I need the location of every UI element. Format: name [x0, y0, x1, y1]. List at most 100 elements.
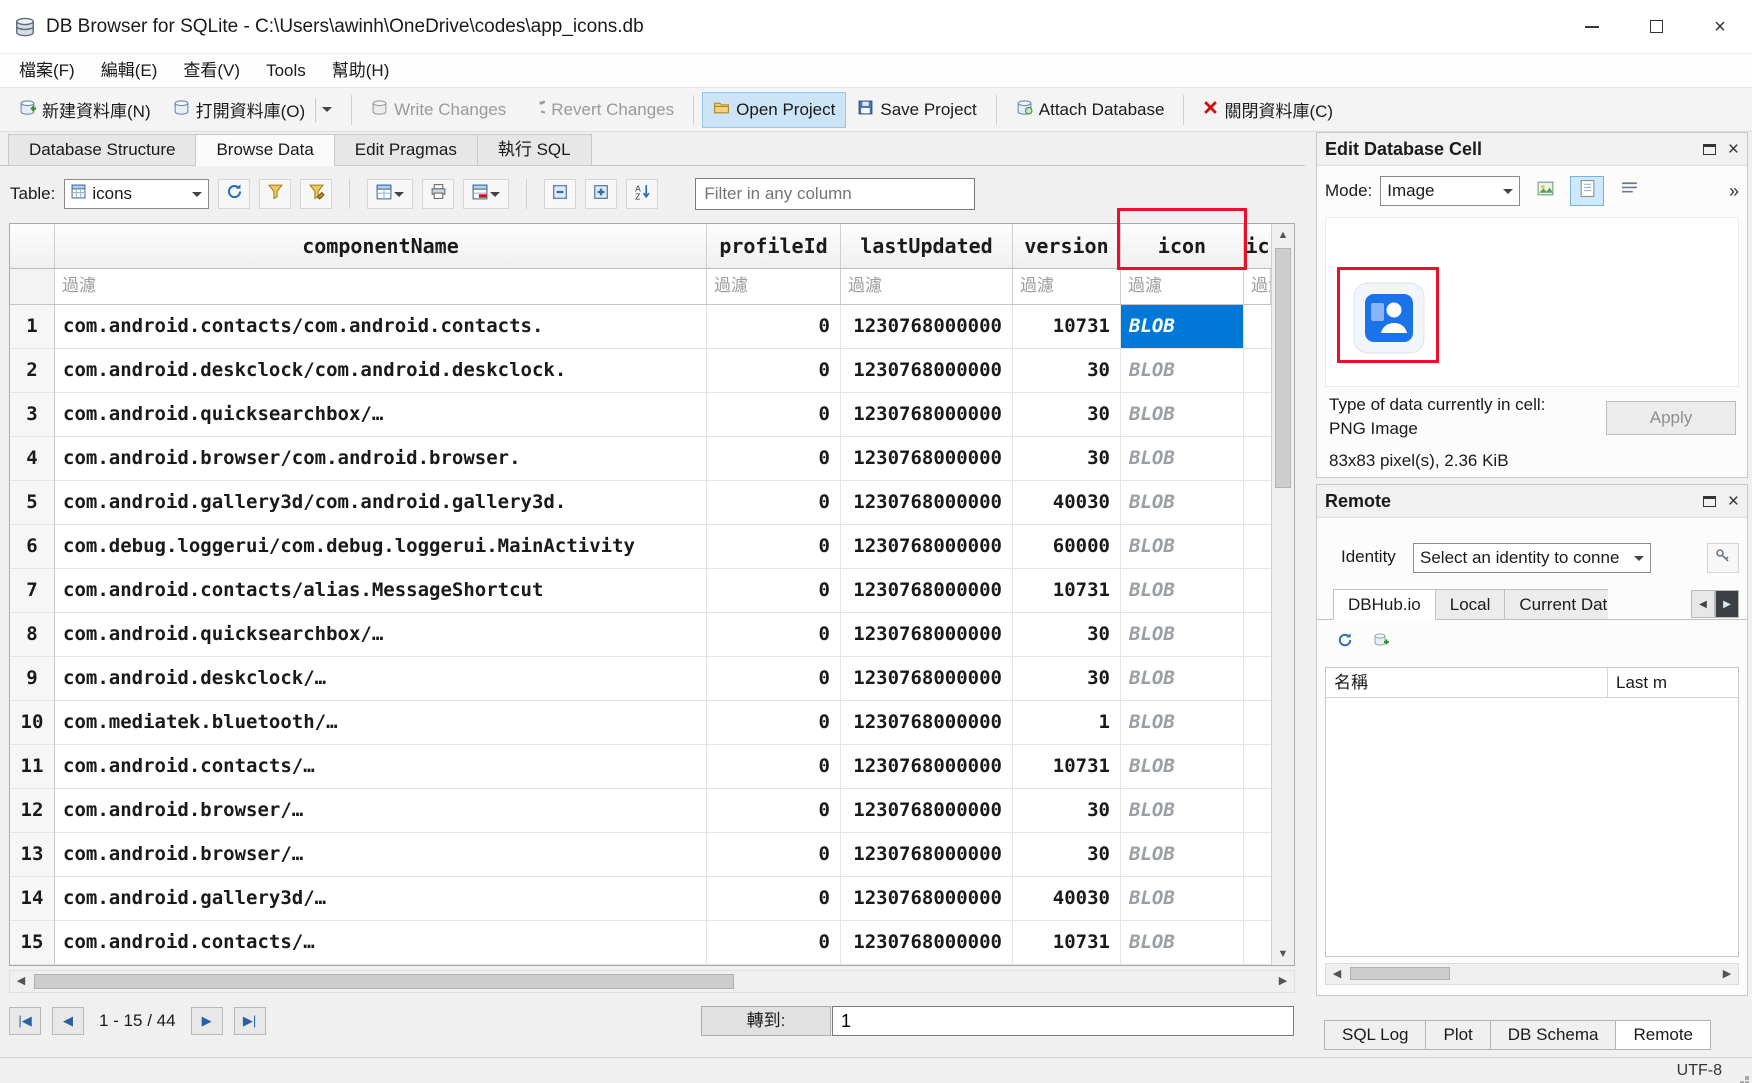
- tab-dbhub[interactable]: DBHub.io: [1333, 589, 1436, 620]
- apply-button[interactable]: Apply: [1606, 401, 1736, 435]
- cell-blob[interactable]: BLOB: [1121, 393, 1244, 437]
- text-view-toggle-button[interactable]: [1570, 176, 1604, 206]
- cell-part[interactable]: [1244, 921, 1271, 965]
- undock-icon[interactable]: [1703, 144, 1716, 155]
- maximize-button[interactable]: [1624, 0, 1688, 53]
- attach-database-button[interactable]: Attach Database: [1005, 92, 1176, 128]
- scroll-up-icon[interactable]: ▲: [1272, 224, 1294, 246]
- cell-ver[interactable]: 30: [1013, 393, 1121, 437]
- row-number-header[interactable]: [10, 224, 55, 268]
- close-database-button[interactable]: 關閉資料庫(C): [1192, 92, 1344, 128]
- toolbar-overflow-icon[interactable]: »: [1729, 181, 1739, 202]
- open-database-button[interactable]: 打開資料庫(O): [162, 92, 344, 128]
- delete-record-button[interactable]: [463, 179, 509, 209]
- cell-pid[interactable]: 0: [707, 437, 841, 481]
- cell-name[interactable]: com.android.quicksearchbox/…: [55, 613, 707, 657]
- remote-modified-header[interactable]: Last m: [1608, 668, 1738, 697]
- menu-view[interactable]: 查看(V): [170, 54, 253, 87]
- refresh-button[interactable]: [218, 179, 250, 209]
- cell-part[interactable]: [1244, 789, 1271, 833]
- cell-upd[interactable]: 1230768000000: [841, 877, 1013, 921]
- cell-name[interactable]: com.android.contacts/…: [55, 745, 707, 789]
- cell-name[interactable]: com.android.contacts/com.android.contact…: [55, 305, 707, 349]
- new-record-button[interactable]: [367, 179, 413, 209]
- cell-pid[interactable]: 0: [707, 789, 841, 833]
- scroll-right-icon[interactable]: ▶: [1716, 964, 1738, 984]
- cell-ver[interactable]: 40030: [1013, 481, 1121, 525]
- cell-blob[interactable]: BLOB: [1121, 569, 1244, 613]
- manage-identities-button[interactable]: [1707, 543, 1739, 573]
- filter-any-column-input[interactable]: [695, 178, 975, 210]
- goto-record-input[interactable]: [832, 1006, 1294, 1036]
- cell-pid[interactable]: 0: [707, 393, 841, 437]
- scroll-down-icon[interactable]: ▼: [1272, 943, 1294, 965]
- filter-profileid[interactable]: 過濾: [707, 269, 841, 304]
- column-header-partial[interactable]: ic: [1244, 224, 1271, 268]
- horizontal-scrollbar[interactable]: ◀ ▶: [9, 970, 1295, 993]
- cell-part[interactable]: [1244, 437, 1271, 481]
- column-header-lastupdated[interactable]: lastUpdated: [841, 224, 1013, 268]
- last-page-button[interactable]: ▶|: [234, 1007, 266, 1035]
- tab-db-schema[interactable]: DB Schema: [1490, 1020, 1617, 1050]
- column-header-icon[interactable]: icon: [1121, 224, 1244, 268]
- cell-upd[interactable]: 1230768000000: [841, 437, 1013, 481]
- tab-scroll-left-button[interactable]: ◀: [1691, 590, 1715, 618]
- tab-plot[interactable]: Plot: [1425, 1020, 1490, 1050]
- tab-scroll-right-button[interactable]: ▶: [1715, 590, 1739, 618]
- cell-ver[interactable]: 30: [1013, 789, 1121, 833]
- cell-ver[interactable]: 30: [1013, 437, 1121, 481]
- cell-part[interactable]: [1244, 525, 1271, 569]
- cell-pid[interactable]: 0: [707, 525, 841, 569]
- cell-ver[interactable]: 10731: [1013, 305, 1121, 349]
- cell-upd[interactable]: 1230768000000: [841, 349, 1013, 393]
- cell-pid[interactable]: 0: [707, 349, 841, 393]
- minimize-button[interactable]: [1560, 0, 1624, 53]
- cell-part[interactable]: [1244, 745, 1271, 789]
- cell-upd[interactable]: 1230768000000: [841, 833, 1013, 877]
- cell-name[interactable]: com.android.contacts/…: [55, 921, 707, 965]
- remote-horizontal-scrollbar[interactable]: ◀ ▶: [1325, 963, 1739, 985]
- revert-changes-button[interactable]: Revert Changes: [517, 92, 685, 128]
- open-project-button[interactable]: Open Project: [702, 92, 846, 128]
- scroll-right-icon[interactable]: ▶: [1272, 971, 1294, 992]
- filter-lastupdated[interactable]: 過濾: [841, 269, 1013, 304]
- cell-blob[interactable]: BLOB: [1121, 437, 1244, 481]
- cell-blob[interactable]: BLOB: [1121, 921, 1244, 965]
- cell-blob[interactable]: BLOB: [1121, 349, 1244, 393]
- resize-grip[interactable]: [1745, 1076, 1749, 1080]
- tab-current-database[interactable]: Current Dat: [1504, 589, 1608, 620]
- cell-ver[interactable]: 10731: [1013, 569, 1121, 613]
- cell-upd[interactable]: 1230768000000: [841, 613, 1013, 657]
- cell-part[interactable]: [1244, 569, 1271, 613]
- cell-name[interactable]: com.android.gallery3d/com.android.galler…: [55, 481, 707, 525]
- cell-pid[interactable]: 0: [707, 569, 841, 613]
- cell-blob[interactable]: BLOB: [1121, 657, 1244, 701]
- previous-page-button[interactable]: ◀: [52, 1007, 84, 1035]
- cell-name[interactable]: com.android.browser/…: [55, 833, 707, 877]
- cell-ver[interactable]: 40030: [1013, 877, 1121, 921]
- cell-name[interactable]: com.mediatek.bluetooth/…: [55, 701, 707, 745]
- cell-name[interactable]: com.android.browser/…: [55, 789, 707, 833]
- cell-ver[interactable]: 10731: [1013, 921, 1121, 965]
- cell-blob[interactable]: BLOB: [1121, 877, 1244, 921]
- cell-upd[interactable]: 1230768000000: [841, 393, 1013, 437]
- open-database-dropdown[interactable]: [315, 98, 332, 122]
- write-changes-button[interactable]: Write Changes: [360, 92, 517, 128]
- cell-name[interactable]: com.android.deskclock/…: [55, 657, 707, 701]
- cell-blob[interactable]: BLOB: [1121, 789, 1244, 833]
- table-select[interactable]: icons: [64, 179, 209, 209]
- cell-ver[interactable]: 30: [1013, 833, 1121, 877]
- cell-pid[interactable]: 0: [707, 657, 841, 701]
- cell-ver[interactable]: 30: [1013, 349, 1121, 393]
- cell-blob[interactable]: BLOB: [1121, 305, 1244, 349]
- tab-remote[interactable]: Remote: [1615, 1020, 1711, 1050]
- cell-name[interactable]: com.android.contacts/alias.MessageShortc…: [55, 569, 707, 613]
- cell-part[interactable]: [1244, 393, 1271, 437]
- cell-name[interactable]: com.android.gallery3d/…: [55, 877, 707, 921]
- scroll-left-icon[interactable]: ◀: [1326, 964, 1348, 984]
- cell-name[interactable]: com.android.browser/com.android.browser.: [55, 437, 707, 481]
- cell-ver[interactable]: 1: [1013, 701, 1121, 745]
- duplicate-cell-button[interactable]: [585, 179, 617, 209]
- next-page-button[interactable]: ▶: [191, 1007, 223, 1035]
- identity-select[interactable]: Select an identity to conne: [1413, 543, 1651, 573]
